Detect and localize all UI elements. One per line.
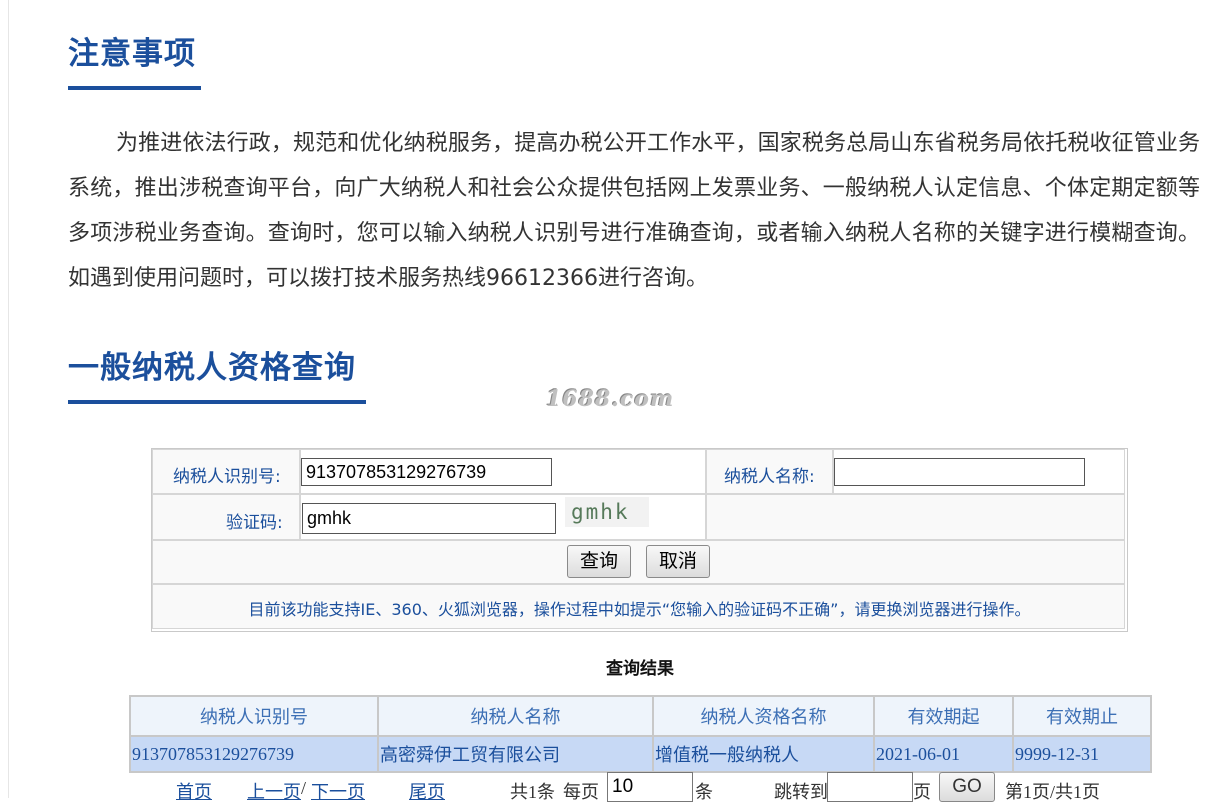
cell-taxpayer-name: 高密舜伊工贸有限公司 [377,735,654,773]
taxpayer-name-input[interactable] [834,458,1085,486]
notice-paragraph: 为推进依法行政，规范和优化纳税服务，提高办税公开工作水平，国家税务总局山东省税务… [68,131,1200,291]
cell-qualification: 增值税一般纳税人 [652,735,875,773]
first-page-link[interactable]: 首页 [176,778,212,804]
browser-hint: 目前该功能支持IE、360、火狐浏览器，操作过程中如提示“您输入的验证码不正确”… [248,600,1031,619]
results-title: 查询结果 [606,659,674,679]
query-section-title: 一般纳税人资格查询 [68,346,366,404]
cell-valid-to: 9999-12-31 [1012,735,1152,773]
pager-separator: / [301,778,307,798]
results-table: 纳税人识别号 纳税人名称 纳税人资格名称 有效期起 有效期止 913707853… [129,695,1152,773]
empty-cell [706,494,1125,540]
notice-title: 注意事项 [68,32,201,90]
pagination: 首页 上一页 / 下一页 尾页 共1条 每页 条 跳转到 页 GO 第1页/共1… [0,772,1230,802]
captcha-input[interactable] [302,503,556,534]
cell-taxpayer-id: 913707853129276739 [129,735,379,773]
jump-label: 跳转到 [774,782,828,802]
last-page-link[interactable]: 尾页 [409,778,445,804]
taxpayer-id-input[interactable] [301,458,552,486]
cell-valid-from: 2021-06-01 [873,735,1014,773]
prev-page-link[interactable]: 上一页 [247,778,301,804]
table-row[interactable]: 913707853129276739 高密舜伊工贸有限公司 增值税一般纳税人 2… [129,735,1152,773]
column-header: 纳税人识别号 [129,695,379,737]
page-status: 第1页/共1页 [1005,782,1101,802]
cancel-button[interactable]: 取消 [646,545,710,578]
captcha-image[interactable]: gmhk [565,497,649,527]
total-count: 共1条 [510,782,555,802]
taxpayer-name-label: 纳税人名称: [724,467,815,487]
per-page-unit: 条 [695,782,713,802]
button-row [152,540,1125,584]
page-unit: 页 [913,782,931,802]
table-header-row: 纳税人识别号 纳税人名称 纳税人资格名称 有效期起 有效期止 [129,695,1152,737]
column-header: 纳税人资格名称 [652,695,875,737]
column-header: 有效期起 [873,695,1014,737]
per-page-label: 每页 [563,782,599,802]
query-button[interactable]: 查询 [567,545,631,578]
taxpayer-id-label: 纳税人识别号: [173,467,281,487]
column-header: 有效期止 [1012,695,1152,737]
captcha-label: 验证码: [226,513,283,533]
column-header: 纳税人名称 [377,695,654,737]
next-page-link[interactable]: 下一页 [311,778,365,804]
watermark: 1688.com [546,386,675,412]
